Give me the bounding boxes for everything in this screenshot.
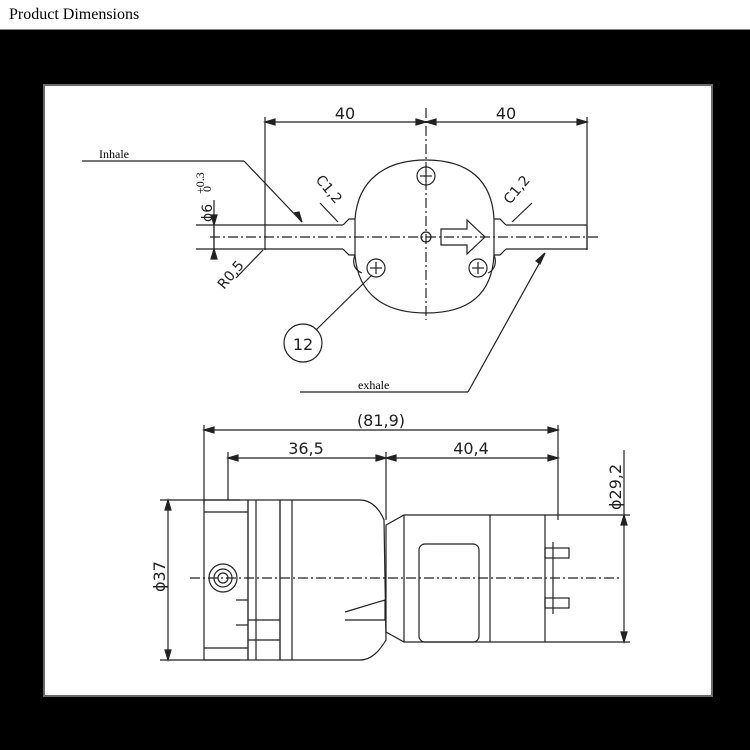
side-dim-total-label: (81,9)	[357, 411, 405, 430]
top-view	[82, 108, 600, 393]
body-diameter-label: ϕ37	[150, 561, 169, 592]
chamfer-right-label: C1,2	[501, 173, 534, 208]
top-dim-left-label: 40	[335, 104, 355, 123]
inhale-label: Inhale	[99, 147, 129, 161]
chamfer-left-label: C1,2	[312, 172, 345, 207]
port-tolerance-lower: 0	[200, 186, 214, 192]
radius-label: R0,5	[215, 258, 248, 293]
top-dim-right-label: 40	[496, 104, 516, 123]
port-diameter-label: ϕ6	[200, 204, 216, 222]
motor-diameter-label: ϕ29,2	[606, 464, 625, 510]
technical-drawing: 40 40 C1,2 C1,2 ϕ6 +0.3 0 R0,5 12 Inhale…	[82, 104, 630, 663]
side-view	[160, 425, 630, 663]
side-dim-right-label: 40,4	[453, 439, 489, 458]
side-dim-left-label: 36,5	[288, 439, 324, 458]
exhale-label: exhale	[358, 378, 389, 392]
callout-number: 12	[293, 335, 313, 354]
